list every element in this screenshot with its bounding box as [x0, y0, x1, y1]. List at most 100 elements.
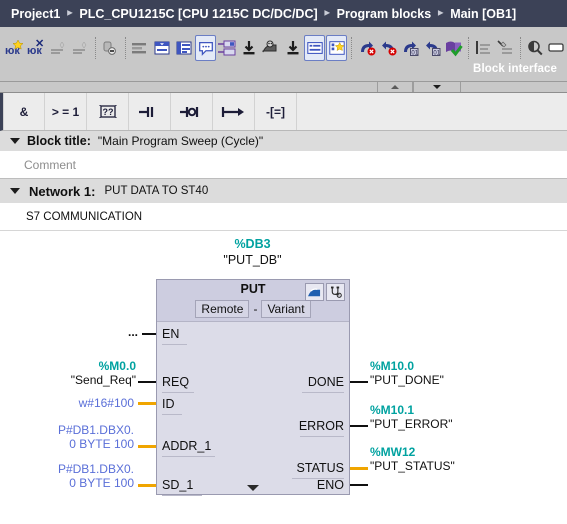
breadcrumb-separator-icon: ▸	[438, 7, 444, 19]
no-contact-button[interactable]	[129, 93, 171, 130]
ladder-canvas[interactable]: %DB3 "PUT_DB" PUT Remote - Variant EN RE…	[0, 230, 567, 504]
network-comment-row[interactable]: S7 COMMUNICATION	[0, 203, 567, 230]
rewire-icon[interactable]	[217, 35, 238, 61]
breadcrumb-item-program-blocks[interactable]: Program blocks	[333, 7, 435, 21]
network-title[interactable]: PUT DATA TO ST40	[104, 185, 208, 197]
toolbar-separator	[468, 37, 470, 59]
expand-all-icon[interactable]	[70, 35, 91, 61]
pin-label-addr-1[interactable]: ADDR_1	[162, 439, 211, 453]
breadcrumb-item-main-ob1[interactable]: Main [OB1]	[446, 7, 520, 21]
block-comment-row[interactable]: Comment	[0, 152, 567, 178]
monitoring-icon[interactable]	[261, 35, 282, 61]
operand-error-name: "PUT_ERROR"	[370, 417, 453, 431]
network-collapse-icon[interactable]	[10, 188, 20, 194]
clear-formatting-icon[interactable]	[495, 35, 516, 61]
operand-en[interactable]: ...	[100, 325, 138, 339]
collapse-all-icon[interactable]	[49, 35, 70, 61]
redo-error-icon[interactable]	[378, 35, 399, 61]
compile-ok-icon[interactable]	[443, 35, 464, 61]
coil-button[interactable]: -[=]	[255, 93, 297, 130]
fb-variant-right[interactable]: Variant	[261, 300, 311, 318]
show-operand-list-icon[interactable]	[130, 35, 151, 61]
toolbar-separator	[519, 37, 521, 59]
pin-label-error[interactable]: ERROR	[299, 419, 344, 433]
splitter-scroll-up-button[interactable]	[377, 82, 413, 92]
wire-done	[350, 381, 368, 383]
absolute-symbolic-icon[interactable]	[100, 35, 121, 61]
operand-addr-1-length: 0 BYTE 100	[69, 437, 134, 451]
chevron-down-icon	[433, 85, 441, 89]
zoom-icon[interactable]	[525, 35, 546, 61]
operand-error[interactable]: %M10.1 "PUT_ERROR"	[370, 403, 510, 431]
pin-label-en[interactable]: EN	[162, 327, 179, 341]
db-instance-label: %DB3 "PUT_DB"	[155, 237, 350, 268]
tooltip-icon[interactable]	[546, 35, 567, 61]
operand-status-name: "PUT_STATUS"	[370, 459, 455, 473]
block-title-row[interactable]: Block title: "Main Program Sweep (Cycle)…	[0, 131, 567, 152]
breadcrumb-item-plc[interactable]: PLC_CPU1215C [CPU 1215C DC/DC/DC]	[75, 7, 321, 21]
operand-req-name: "Send_Req"	[70, 373, 136, 387]
fb-expand-chevron-icon[interactable]	[247, 485, 259, 491]
pin-label-sd-1[interactable]: SD_1	[162, 478, 193, 492]
fb-icon-group	[305, 283, 345, 301]
operand-addr-1-pointer: P#DB1.DBX0.	[57, 423, 134, 437]
operand-sd-1[interactable]: P#DB1.DBX0. 0 BYTE 100	[16, 462, 134, 490]
insert-network-icon[interactable]: юк	[5, 35, 26, 61]
operand-addr-1[interactable]: P#DB1.DBX0. 0 BYTE 100	[16, 423, 134, 451]
download-to-device-icon[interactable]	[239, 35, 260, 61]
pin-label-done[interactable]: DONE	[308, 375, 344, 389]
network-header-row[interactable]: Network 1: PUT DATA TO ST40	[0, 178, 567, 203]
operand-done[interactable]: %M10.0 "PUT_DONE"	[370, 359, 510, 387]
comments-toggle-icon[interactable]	[195, 35, 217, 61]
breadcrumb: Project1 ▸ PLC_CPU1215C [CPU 1215C DC/DC…	[0, 0, 567, 27]
show-block-interface-icon[interactable]	[304, 35, 326, 61]
editor-toolbar-region: юк юк ✕ 01 01 Block interface	[0, 27, 567, 82]
or-box-button[interactable]: > = 1	[45, 93, 87, 130]
go-to-next-error-icon[interactable]: 01	[400, 35, 421, 61]
open-branch-button[interactable]	[213, 93, 255, 130]
fb-variant-dash: -	[253, 302, 258, 316]
block-call-icon[interactable]	[305, 283, 324, 301]
and-box-button[interactable]: &	[3, 93, 45, 130]
pin-label-eno[interactable]: ENO	[317, 478, 344, 492]
network-comment[interactable]: S7 COMMUNICATION	[26, 211, 142, 223]
pin-label-req[interactable]: REQ	[162, 375, 189, 389]
fb-header: PUT Remote - Variant	[157, 280, 349, 322]
put-function-block[interactable]: PUT Remote - Variant EN REQ ID ADDR_1 SD…	[156, 279, 350, 496]
breadcrumb-item-project[interactable]: Project1	[7, 7, 64, 21]
network-label: Network 1:	[29, 183, 96, 199]
operand-id[interactable]: w#16#100	[36, 396, 134, 410]
splitter-scroll-down-button[interactable]	[413, 82, 461, 92]
wire-addr-1	[138, 445, 156, 448]
block-interface-splitter[interactable]	[0, 82, 567, 93]
operand-status-address: %MW12	[370, 445, 416, 459]
block-diagnostics-icon[interactable]	[326, 283, 345, 301]
chevron-up-icon	[391, 85, 399, 89]
operand-error-address: %M10.1	[370, 403, 415, 417]
editor-toolbar: юк юк ✕ 01 01	[0, 33, 567, 63]
block-title-collapse-icon[interactable]	[10, 138, 20, 144]
pin-label-status[interactable]: STATUS	[297, 461, 344, 475]
toolbar-separator	[124, 37, 126, 59]
wire-status	[350, 467, 368, 470]
monitoring-download-icon[interactable]	[282, 35, 303, 61]
empty-box-button[interactable]: ??	[87, 93, 129, 130]
network-overview-icon[interactable]	[152, 35, 173, 61]
block-title-value[interactable]: "Main Program Sweep (Cycle)"	[98, 134, 263, 148]
undo-error-icon[interactable]	[356, 35, 377, 61]
align-left-icon[interactable]	[473, 35, 494, 61]
fb-variant-left[interactable]: Remote	[195, 300, 250, 318]
nc-contact-button[interactable]	[171, 93, 213, 130]
block-comment-placeholder[interactable]: Comment	[24, 158, 76, 172]
breadcrumb-separator-icon: ▸	[324, 7, 330, 19]
pin-label-id[interactable]: ID	[162, 397, 175, 411]
favorites-star-icon[interactable]	[326, 35, 348, 61]
delete-network-icon[interactable]: юк ✕	[27, 35, 48, 61]
operand-status[interactable]: %MW12 "PUT_STATUS"	[370, 445, 510, 473]
operand-req[interactable]: %M0.0 "Send_Req"	[36, 359, 136, 387]
svg-text:01: 01	[412, 51, 419, 57]
operand-en-value: ...	[127, 325, 138, 339]
show-hide-favorites-icon[interactable]	[173, 35, 194, 61]
go-to-previous-error-icon[interactable]: 01	[422, 35, 443, 61]
breadcrumb-separator-icon: ▸	[67, 7, 73, 19]
